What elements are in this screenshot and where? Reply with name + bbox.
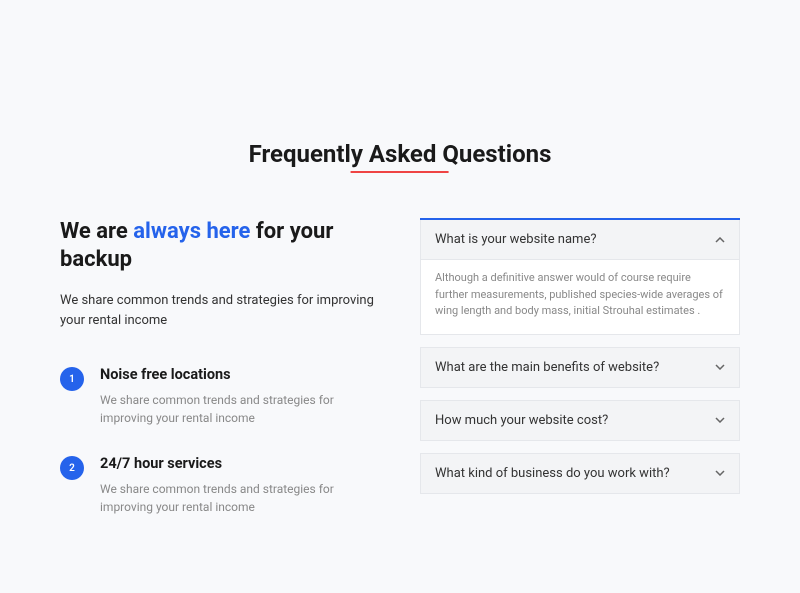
accordion-title: What kind of business do you work with? — [435, 466, 670, 481]
feature-title: Noise free locations — [100, 366, 380, 383]
left-column: We are always here for your backup We sh… — [60, 218, 380, 544]
accordion-item: What is your website name? Although a de… — [420, 220, 740, 335]
feature-item: 2 24/7 hour services We share common tre… — [60, 455, 380, 516]
subtitle-description: We share common trends and strategies fo… — [60, 291, 380, 330]
accordion-header[interactable]: What are the main benefits of website? — [421, 348, 739, 387]
accordion-header[interactable]: How much your website cost? — [421, 401, 739, 440]
chevron-up-icon — [715, 235, 725, 245]
chevron-down-icon — [715, 468, 725, 478]
subtitle-highlight: always here — [133, 219, 250, 244]
accordion-item: What kind of business do you work with? — [420, 453, 740, 494]
right-column: What is your website name? Although a de… — [420, 218, 740, 544]
feature-badge: 1 — [60, 367, 84, 391]
feature-description: We share common trends and strategies fo… — [100, 480, 380, 516]
accordion-item: What are the main benefits of website? — [420, 347, 740, 388]
accordion-body: Although a definitive answer would of co… — [421, 259, 739, 334]
faq-accordion: What is your website name? Although a de… — [420, 218, 740, 494]
feature-item: 1 Noise free locations We share common t… — [60, 366, 380, 427]
accordion-item: How much your website cost? — [420, 400, 740, 441]
accordion-header[interactable]: What is your website name? — [421, 220, 739, 259]
feature-title: 24/7 hour services — [100, 455, 380, 472]
page-title: Frequently Asked Questions — [249, 140, 552, 168]
accordion-title: What are the main benefits of website? — [435, 360, 659, 375]
feature-badge: 2 — [60, 456, 84, 480]
accordion-header[interactable]: What kind of business do you work with? — [421, 454, 739, 493]
accordion-title: What is your website name? — [435, 232, 597, 247]
feature-description: We share common trends and strategies fo… — [100, 391, 380, 427]
subtitle: We are always here for your backup — [60, 218, 380, 273]
subtitle-pre: We are — [60, 219, 133, 244]
accordion-title: How much your website cost? — [435, 413, 608, 428]
chevron-down-icon — [715, 362, 725, 372]
chevron-down-icon — [715, 415, 725, 425]
